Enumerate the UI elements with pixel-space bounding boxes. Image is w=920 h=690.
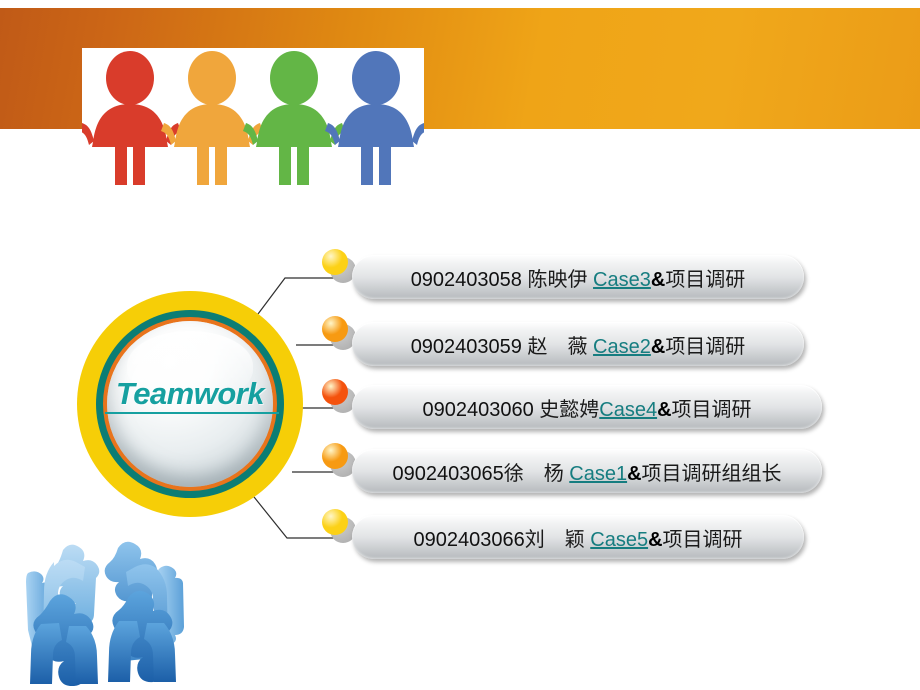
member-text: 0902403066刘 颖 Case5&项目调研 <box>413 523 742 552</box>
member-text: 0902403065徐 杨 Case1&项目调研组组长 <box>392 457 781 486</box>
member-task: 项目调研 <box>662 528 743 551</box>
member-case-link[interactable]: Case1 <box>569 463 627 485</box>
member-pill[interactable]: 0902403059 赵 薇 Case2&项目调研 <box>352 322 804 366</box>
member-case-link[interactable]: Case3 <box>593 269 651 291</box>
bullet-dot-icon <box>322 379 348 405</box>
emblem-label-underline <box>105 412 279 414</box>
member-task: 项目调研组组长 <box>641 462 782 485</box>
member-pill[interactable]: 0902403058 陈映伊 Case3&项目调研 <box>352 255 804 299</box>
bullet-dot-icon <box>322 509 348 535</box>
member-name: 徐 杨 <box>503 462 564 485</box>
member-id: 0902403058 <box>410 268 522 291</box>
member-task: 项目调研 <box>665 335 746 358</box>
teamwork-emblem: Teamwork <box>77 291 303 517</box>
member-id: 0902403066 <box>413 528 525 551</box>
member-case-link[interactable]: Case4 <box>599 399 657 421</box>
member-id: 0902403059 <box>410 335 522 358</box>
member-text: 0902403060 史懿娉Case4&项目调研 <box>422 393 751 422</box>
member-task: 项目调研 <box>671 398 752 421</box>
member-text: 0902403059 赵 薇 Case2&项目调研 <box>411 330 746 359</box>
member-amp: & <box>650 335 666 358</box>
people-photo <box>82 48 424 185</box>
member-name: 刘 颖 <box>524 528 585 551</box>
member-id: 0902403060 <box>422 398 534 421</box>
member-id: 0902403065 <box>392 462 504 485</box>
member-name: 赵 薇 <box>527 335 588 358</box>
member-name: 史懿娉 <box>539 398 600 421</box>
slide-canvas: Teamwork 0902403058 陈映伊 Case3&项目调研 09024… <box>0 0 920 690</box>
list-item[interactable]: 0902403066刘 颖 Case5&项目调研 <box>322 509 822 559</box>
list-item[interactable]: 0902403060 史懿娉Case4&项目调研 <box>322 379 832 429</box>
list-item[interactable]: 0902403059 赵 薇 Case2&项目调研 <box>322 316 822 366</box>
bullet-dot-icon <box>322 443 348 469</box>
member-pill[interactable]: 0902403066刘 颖 Case5&项目调研 <box>352 515 804 559</box>
member-amp: & <box>650 268 666 291</box>
member-task: 项目调研 <box>665 268 746 291</box>
member-amp: & <box>657 398 672 421</box>
member-amp: & <box>627 462 642 485</box>
member-case-link[interactable]: Case5 <box>590 529 648 551</box>
member-text: 0902403058 陈映伊 Case3&项目调研 <box>411 263 746 292</box>
list-item[interactable]: 0902403058 陈映伊 Case3&项目调研 <box>322 249 822 299</box>
member-pill[interactable]: 0902403065徐 杨 Case1&项目调研组组长 <box>352 449 822 493</box>
list-item[interactable]: 0902403065徐 杨 Case1&项目调研组组长 <box>322 443 842 493</box>
four-people-icon <box>82 51 424 185</box>
puzzle-people-icon <box>26 541 184 687</box>
emblem-label: Teamwork <box>115 376 265 411</box>
bullet-dot-icon <box>322 249 348 275</box>
puzzle-people-graphic <box>10 528 210 687</box>
member-amp: & <box>648 528 663 551</box>
bullet-dot-icon <box>322 316 348 342</box>
member-case-link[interactable]: Case2 <box>593 336 651 358</box>
member-name: 陈映伊 <box>527 268 588 291</box>
member-pill[interactable]: 0902403060 史懿娉Case4&项目调研 <box>352 385 822 429</box>
